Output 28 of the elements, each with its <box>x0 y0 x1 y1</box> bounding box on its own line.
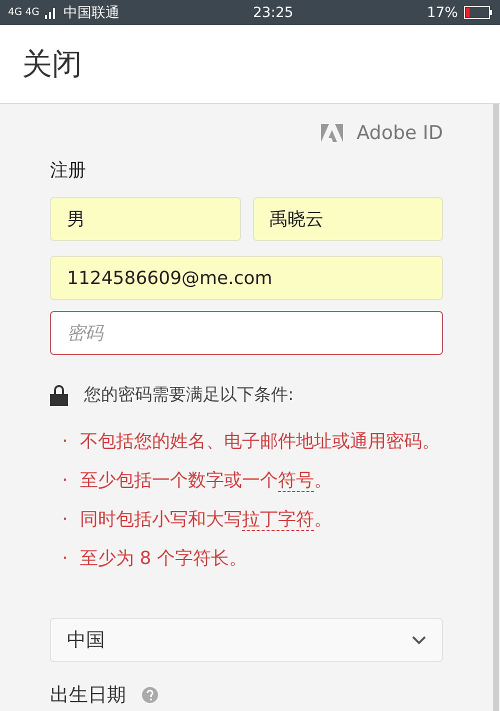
bullet: · <box>61 430 69 454</box>
bullet: · <box>61 508 69 532</box>
help-icon[interactable] <box>142 687 158 703</box>
birth-date-label: 出生日期 <box>50 683 126 708</box>
requirement-text: 至少包括一个数字或一个符号。 <box>80 469 333 494</box>
email-field[interactable]: 1124586609@me.com <box>50 256 443 300</box>
logo-icon <box>320 124 343 142</box>
carrier-name: 中国联通 <box>63 4 120 22</box>
requirement-text: 不包括您的姓名、电子邮件地址或通用密码。 <box>80 430 441 454</box>
name-field[interactable]: 男 <box>50 197 240 241</box>
name-field[interactable]: 禹晓云 <box>252 197 443 241</box>
signal-icon <box>45 6 58 18</box>
country-select[interactable]: 中国 <box>50 618 443 662</box>
password-field[interactable]: 密码 <box>50 311 443 355</box>
requirements-heading: 您的密码需要满足以下条件: <box>84 384 294 406</box>
battery-icon <box>464 6 492 19</box>
clock: 23:25 <box>252 4 294 20</box>
network-type: 4G 4G <box>8 7 40 18</box>
bullet: · <box>61 469 69 493</box>
form-title: 注册 <box>50 159 87 182</box>
brand-name: Adobe ID <box>356 122 443 144</box>
chevron-down-icon <box>412 636 426 644</box>
close-button[interactable]: 关闭 <box>22 44 82 84</box>
lock-icon <box>50 384 68 406</box>
battery-percent: 17% <box>426 4 458 20</box>
requirement-text: 至少为 8 个字符长。 <box>80 547 248 571</box>
requirement-text: 同时包括小写和大写拉丁字符。 <box>80 508 333 533</box>
bullet: · <box>61 547 69 571</box>
